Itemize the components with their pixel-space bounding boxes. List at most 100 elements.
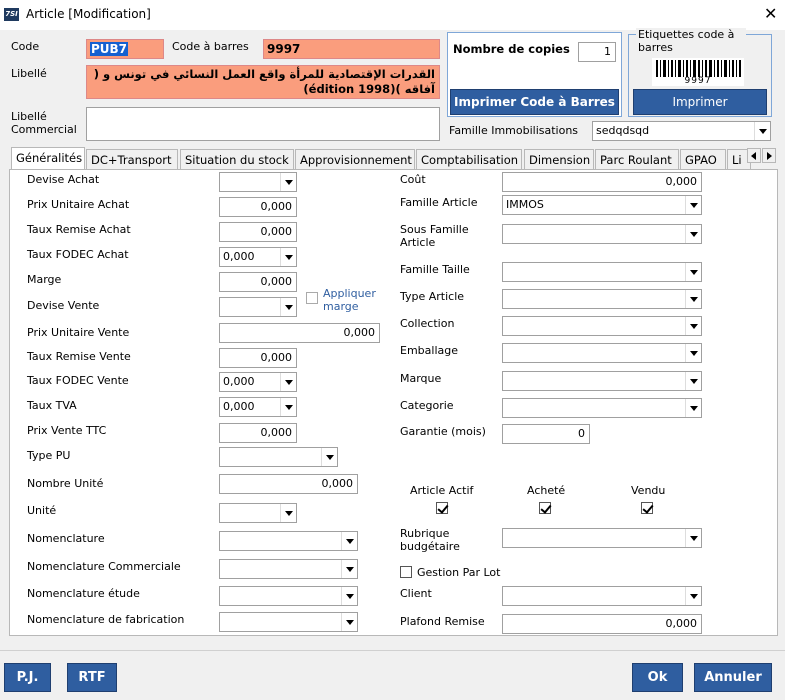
- code-field[interactable]: PUB7: [86, 39, 164, 59]
- nombre-unite-input[interactable]: 0,000: [219, 474, 358, 494]
- devise-vente-label: Devise Vente: [27, 299, 100, 312]
- client-select[interactable]: [502, 586, 702, 606]
- tab-generalites[interactable]: Généralités: [11, 147, 85, 170]
- nomenclature-fabrication-select[interactable]: [219, 612, 358, 632]
- pu-achat-label: Prix Unitaire Achat: [27, 198, 130, 211]
- emballage-label: Emballage: [400, 344, 458, 357]
- nomenclature-label: Nomenclature: [27, 532, 105, 545]
- achete-checkbox[interactable]: [539, 502, 551, 514]
- categorie-label: Categorie: [400, 399, 454, 412]
- pj-button[interactable]: P.J.: [4, 663, 51, 692]
- pu-vente-input[interactable]: 0,000: [219, 323, 380, 343]
- ok-button[interactable]: Ok: [632, 663, 683, 692]
- chevron-down-icon: [685, 529, 701, 547]
- fodec-vente-select[interactable]: 0,000: [219, 372, 297, 392]
- devise-achat-label: Devise Achat: [27, 173, 100, 186]
- chevron-down-icon: [341, 587, 357, 605]
- plafond-remise-label: Plafond Remise: [400, 615, 485, 628]
- famille-article-select[interactable]: IMMOS: [502, 195, 702, 215]
- barcode-image: 9997: [652, 58, 744, 86]
- gestion-lot-checkbox[interactable]: [400, 566, 412, 578]
- barcode-field[interactable]: 9997: [263, 39, 440, 59]
- remise-vente-label: Taux Remise Vente: [27, 350, 131, 363]
- tab-scroll-left-icon[interactable]: [747, 148, 761, 163]
- chevron-down-icon: [685, 290, 701, 308]
- chevron-down-icon: [341, 532, 357, 550]
- achete-label: Acheté: [527, 484, 566, 497]
- tab-approvisionnement[interactable]: Approvisionnement: [295, 149, 415, 169]
- marque-label: Marque: [400, 372, 442, 385]
- tab-parc-roulant[interactable]: Parc Roulant: [595, 149, 679, 169]
- marge-input[interactable]: 0,000: [219, 272, 297, 292]
- fodec-vente-label: Taux FODEC Vente: [27, 374, 129, 387]
- tva-label: Taux TVA: [27, 399, 77, 412]
- sous-famille-select[interactable]: [502, 224, 702, 244]
- chevron-down-icon: [754, 122, 770, 140]
- vendu-label: Vendu: [631, 484, 666, 497]
- title-bar: 7SI Article [Modification] ✕: [0, 0, 785, 30]
- libelle-line1: القدرات الإقتصادية للمرأة واقع العمل الن…: [93, 67, 435, 81]
- collection-select[interactable]: [502, 316, 702, 336]
- libelle-field[interactable]: القدرات الإقتصادية للمرأة واقع العمل الن…: [86, 65, 440, 99]
- article-actif-checkbox[interactable]: [436, 502, 448, 514]
- famille-immo-select[interactable]: sedqdsqd: [592, 121, 771, 141]
- chevron-down-icon: [685, 317, 701, 335]
- collection-label: Collection: [400, 317, 455, 330]
- print-labels-button[interactable]: Imprimer: [633, 89, 767, 115]
- pv-ttc-label: Prix Vente TTC: [27, 424, 107, 437]
- chevron-down-icon: [280, 298, 296, 316]
- chevron-down-icon: [685, 263, 701, 281]
- tab-comptabilisation[interactable]: Comptabilisation: [416, 149, 522, 169]
- pu-vente-label: Prix Unitaire Vente: [27, 326, 130, 339]
- rubrique-budgetaire-select[interactable]: [502, 528, 702, 548]
- type-article-select[interactable]: [502, 289, 702, 309]
- cancel-button[interactable]: Annuler: [694, 663, 772, 692]
- fodec-achat-select[interactable]: 0,000: [219, 247, 297, 267]
- tab-dc-transport[interactable]: DC+Transport: [86, 149, 178, 169]
- unite-select[interactable]: [219, 503, 297, 523]
- barcode-label: Code à barres: [172, 40, 249, 53]
- chevron-down-icon: [685, 196, 701, 214]
- tab-dimension[interactable]: Dimension: [524, 149, 594, 169]
- nomenclature-fabrication-label: Nomenclature de fabrication: [27, 613, 185, 626]
- libelle-line2: آفاقه )(édition 1998): [303, 82, 435, 96]
- garantie-input[interactable]: 0: [502, 424, 590, 444]
- unite-label: Unité: [27, 504, 57, 517]
- plafond-remise-input[interactable]: 0,000: [502, 614, 702, 634]
- famille-taille-label: Famille Taille: [400, 263, 470, 276]
- remise-vente-input[interactable]: 0,000: [219, 348, 297, 368]
- close-icon[interactable]: ✕: [764, 4, 777, 23]
- famille-taille-select[interactable]: [502, 262, 702, 282]
- devise-vente-select[interactable]: [219, 297, 297, 317]
- chevron-down-icon: [280, 504, 296, 522]
- rtf-button[interactable]: RTF: [67, 663, 117, 692]
- libelle-commercial-field[interactable]: [86, 107, 440, 141]
- pu-achat-input[interactable]: 0,000: [219, 197, 297, 217]
- emballage-select[interactable]: [502, 343, 702, 363]
- copies-input[interactable]: 1: [578, 42, 616, 62]
- tab-scroll-right-icon[interactable]: [762, 148, 776, 163]
- nomenclature-select[interactable]: [219, 531, 358, 551]
- cout-input[interactable]: 0,000: [502, 172, 702, 192]
- tab-situation-stock[interactable]: Situation du stock: [180, 149, 294, 169]
- tab-gpao[interactable]: GPAO: [680, 149, 726, 169]
- pv-ttc-input[interactable]: 0,000: [219, 423, 297, 443]
- chevron-down-icon: [280, 398, 296, 416]
- etiquettes-title: Etiquettes code à barres: [636, 28, 746, 54]
- vendu-checkbox[interactable]: [641, 502, 653, 514]
- nomenclature-etude-label: Nomenclature étude: [27, 587, 140, 600]
- remise-achat-input[interactable]: 0,000: [219, 222, 297, 242]
- marque-select[interactable]: [502, 371, 702, 391]
- nomenclature-commerciale-select[interactable]: [219, 559, 358, 579]
- tva-select[interactable]: 0,000: [219, 397, 297, 417]
- categorie-select[interactable]: [502, 398, 702, 418]
- print-barcode-button[interactable]: Imprimer Code à Barres: [450, 89, 619, 115]
- remise-achat-label: Taux Remise Achat: [27, 223, 131, 236]
- devise-achat-select[interactable]: [219, 172, 297, 192]
- type-pu-select[interactable]: [219, 447, 338, 467]
- chevron-down-icon: [280, 173, 296, 191]
- chevron-down-icon: [280, 248, 296, 266]
- nomenclature-etude-select[interactable]: [219, 586, 358, 606]
- nombre-unite-label: Nombre Unité: [27, 477, 104, 490]
- appliquer-marge-checkbox[interactable]: [306, 292, 318, 304]
